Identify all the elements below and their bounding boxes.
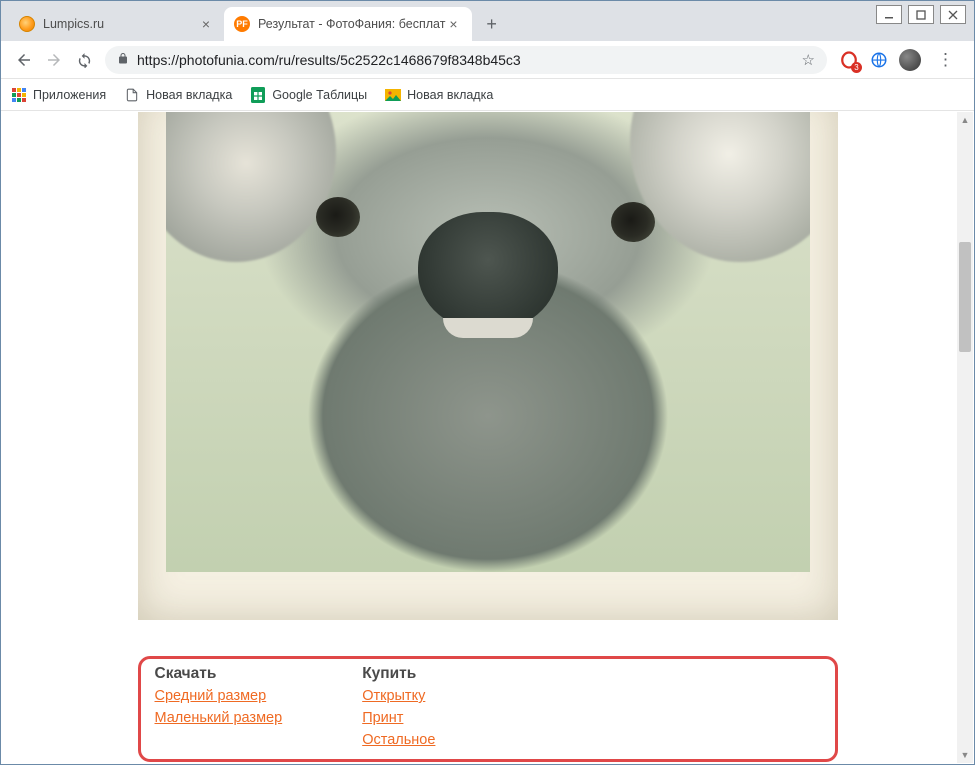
lock-icon — [117, 52, 129, 68]
download-small-link[interactable]: Маленький размер — [155, 707, 283, 729]
new-tab-button[interactable]: + — [478, 10, 506, 38]
page-icon — [124, 87, 140, 103]
close-window-button[interactable] — [940, 5, 966, 24]
tab-title: Lumpics.ru — [43, 17, 104, 31]
vertical-scrollbar[interactable]: ▲ ▼ — [957, 112, 973, 763]
back-button[interactable] — [9, 45, 39, 75]
tab-lumpics[interactable]: Lumpics.ru × — [9, 7, 224, 41]
download-heading: Скачать — [155, 665, 283, 683]
extension-opera-icon[interactable]: 3 — [839, 50, 859, 70]
picture-icon — [385, 87, 401, 103]
download-column: Скачать Средний размер Маленький размер — [155, 665, 283, 751]
favicon-pf-icon: PF — [234, 16, 250, 32]
favicon-orange-icon — [19, 16, 35, 32]
bookmark-item[interactable]: Google Таблицы — [250, 87, 367, 103]
bookmark-label: Новая вкладка — [146, 88, 232, 102]
extension-globe-icon[interactable] — [869, 50, 889, 70]
apps-shortcut[interactable]: Приложения — [11, 87, 106, 103]
buy-column: Купить Открытку Принт Остальное — [362, 665, 435, 751]
bookmark-item[interactable]: Новая вкладка — [385, 87, 493, 103]
forward-button[interactable] — [39, 45, 69, 75]
result-image — [166, 112, 810, 572]
result-options: Скачать Средний размер Маленький размер … — [138, 656, 838, 762]
close-tab-button[interactable]: × — [445, 16, 461, 32]
buy-other-link[interactable]: Остальное — [362, 729, 435, 751]
window-controls — [876, 5, 966, 24]
google-sheets-icon — [250, 87, 266, 103]
extension-badge: 3 — [851, 62, 862, 73]
tab-photofunia[interactable]: PF Результат - ФотоФания: бесплат × — [224, 7, 472, 41]
chrome-menu-button[interactable]: ⋮ — [931, 50, 960, 70]
options-highlight-box: Скачать Средний размер Маленький размер … — [138, 656, 838, 762]
tab-title: Результат - ФотоФания: бесплат — [258, 17, 445, 31]
scroll-down-arrow-icon[interactable]: ▼ — [957, 747, 973, 763]
close-tab-button[interactable]: × — [198, 16, 214, 32]
page-content: Скачать Средний размер Маленький размер … — [2, 112, 973, 763]
toolbar: https://photofunia.com/ru/results/5c2522… — [1, 41, 974, 79]
apps-grid-icon — [11, 87, 27, 103]
minimize-button[interactable] — [876, 5, 902, 24]
browser-window: Lumpics.ru × PF Результат - ФотоФания: б… — [0, 0, 975, 765]
result-polaroid — [138, 112, 838, 620]
buy-heading: Купить — [362, 665, 435, 683]
bookmarks-bar: Приложения Новая вкладка Google Таблицы … — [1, 79, 974, 111]
address-bar[interactable]: https://photofunia.com/ru/results/5c2522… — [105, 46, 827, 74]
bookmark-label: Новая вкладка — [407, 88, 493, 102]
buy-print-link[interactable]: Принт — [362, 707, 435, 729]
scrollbar-thumb[interactable] — [959, 242, 971, 352]
bookmark-item[interactable]: Новая вкладка — [124, 87, 232, 103]
profile-avatar[interactable] — [899, 49, 921, 71]
apps-label: Приложения — [33, 88, 106, 102]
scroll-up-arrow-icon[interactable]: ▲ — [957, 112, 973, 128]
url-text: https://photofunia.com/ru/results/5c2522… — [137, 52, 521, 68]
download-medium-link[interactable]: Средний размер — [155, 685, 283, 707]
buy-postcard-link[interactable]: Открытку — [362, 685, 435, 707]
tab-strip: Lumpics.ru × PF Результат - ФотоФания: б… — [1, 1, 974, 41]
bookmark-label: Google Таблицы — [272, 88, 367, 102]
reload-button[interactable] — [69, 45, 99, 75]
bookmark-star-icon[interactable]: ☆ — [802, 51, 815, 69]
maximize-button[interactable] — [908, 5, 934, 24]
extension-icons: 3 ⋮ — [833, 49, 966, 71]
